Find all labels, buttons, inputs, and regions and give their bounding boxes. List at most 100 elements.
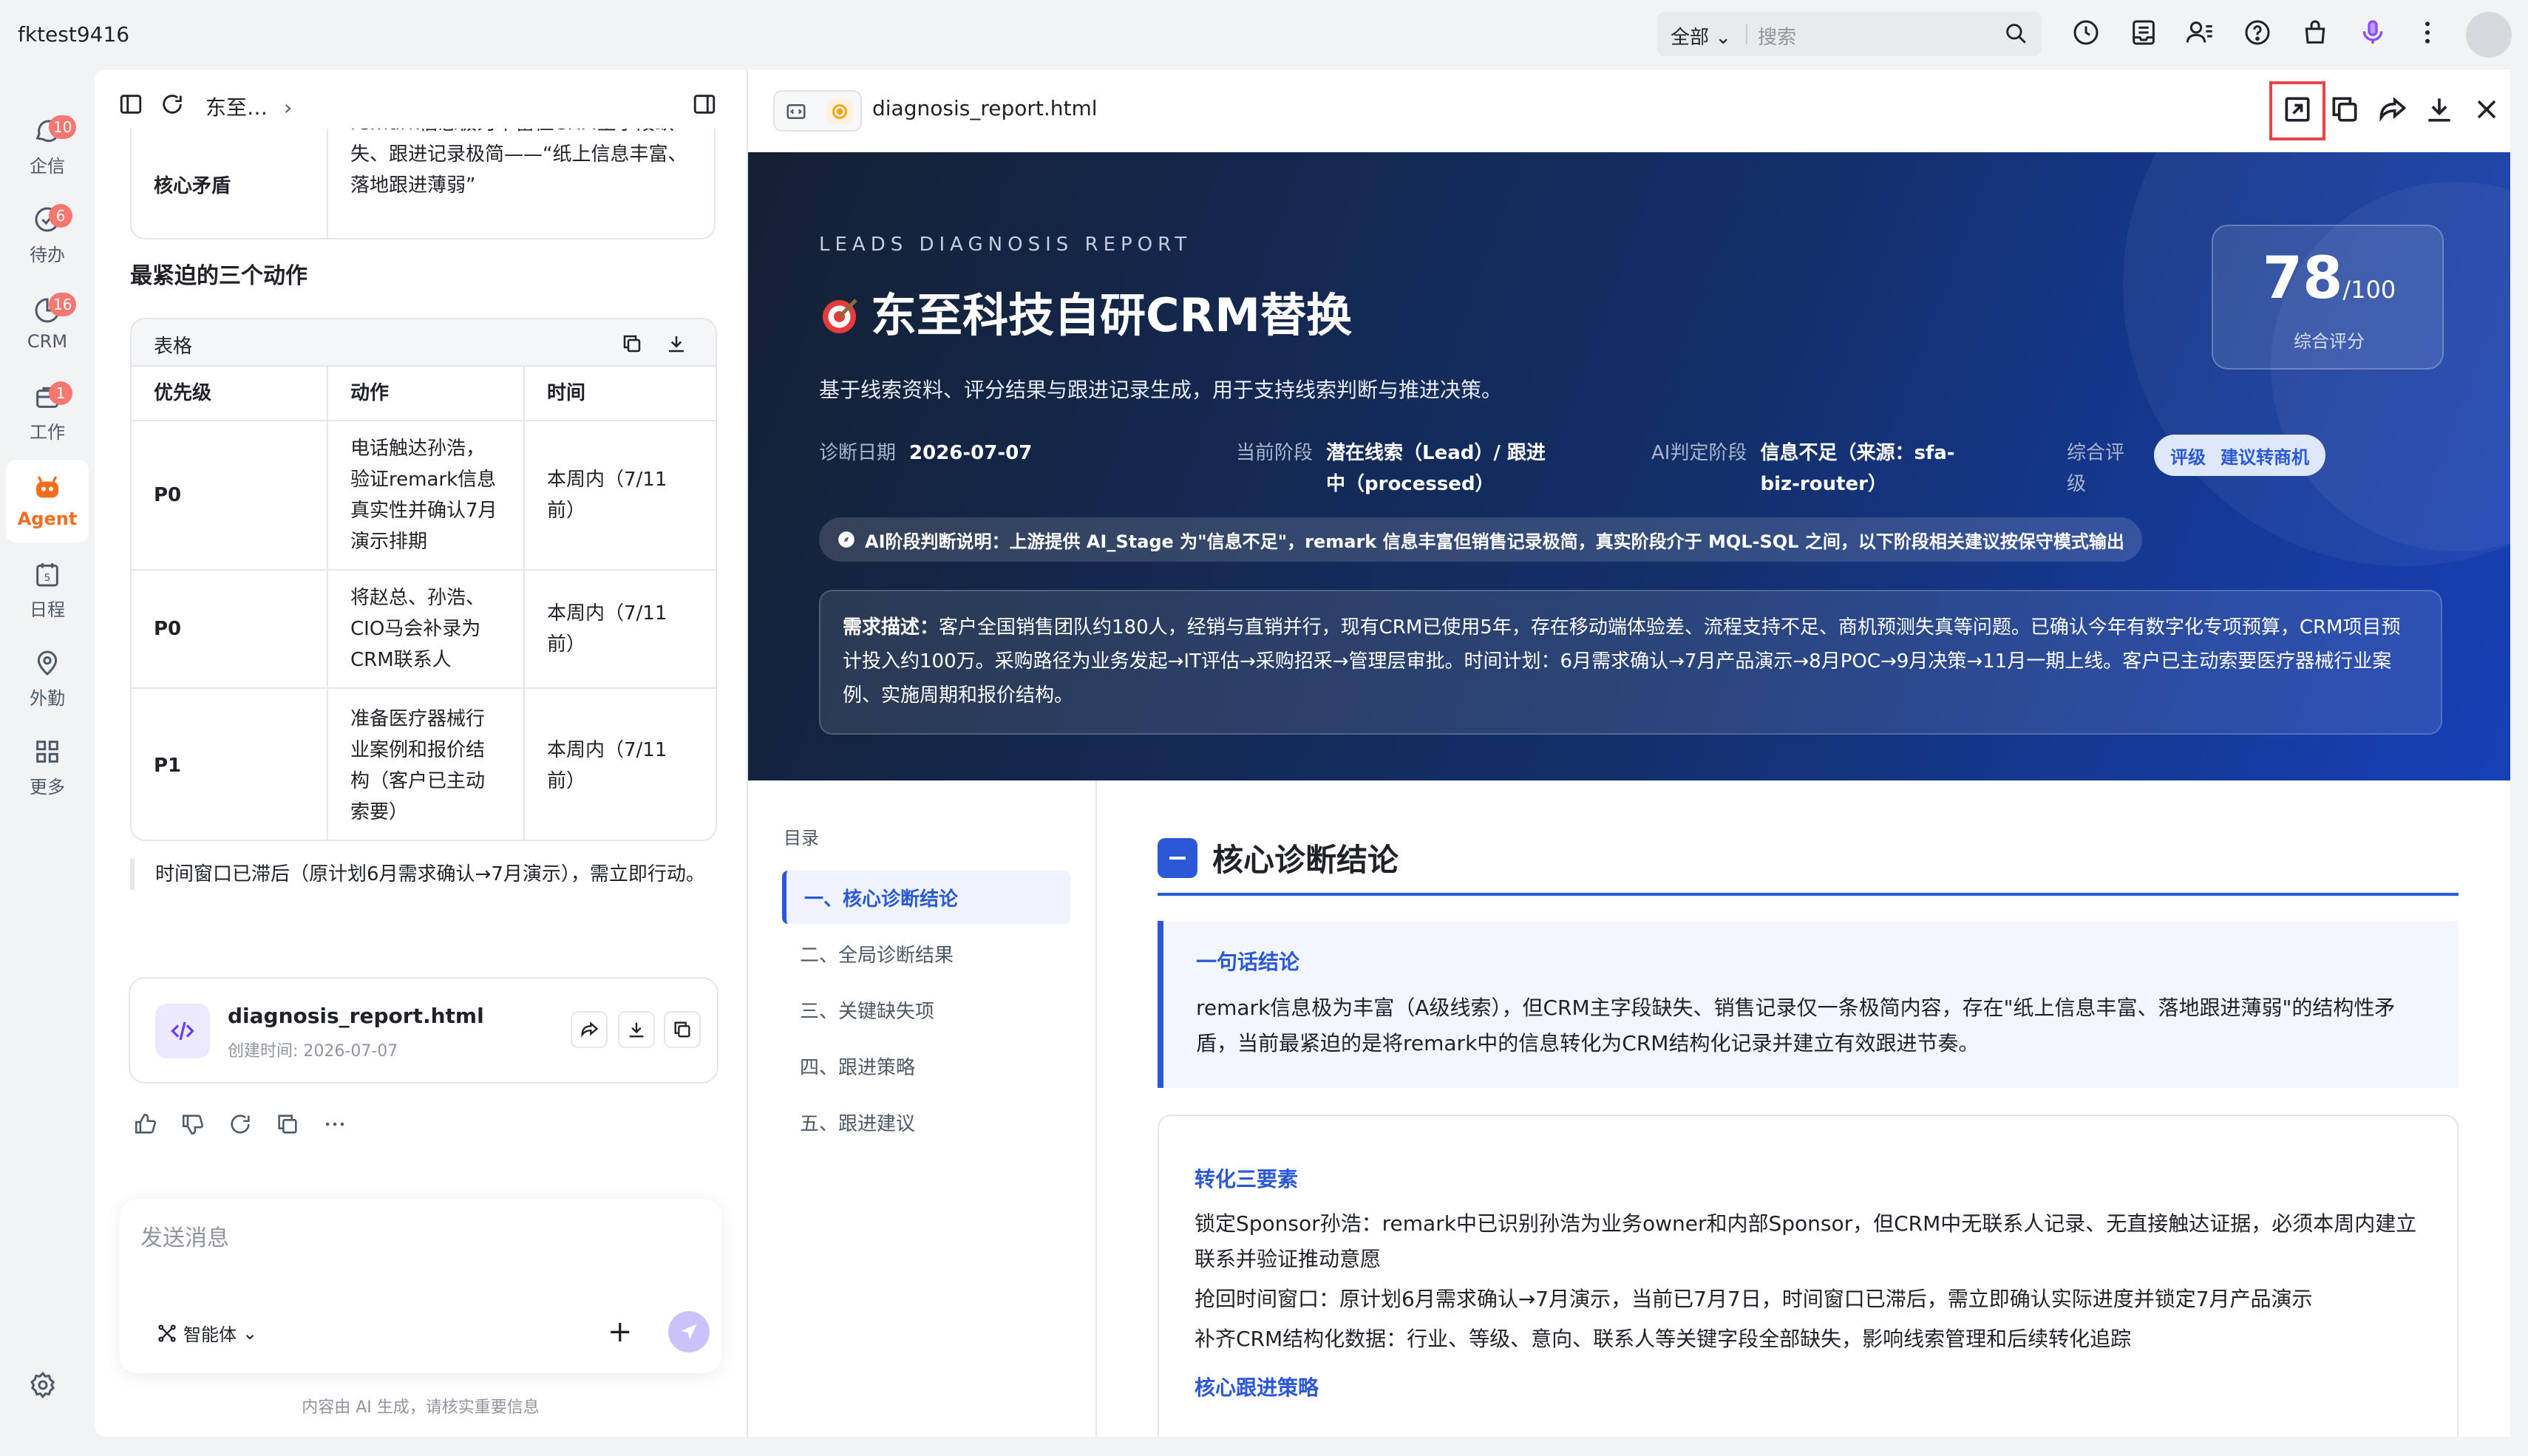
settings-gear-icon[interactable] [28,1370,58,1403]
search-icon[interactable] [2003,21,2028,49]
help-icon[interactable] [2243,18,2272,50]
close-icon[interactable] [2470,93,2503,129]
inbox-icon[interactable] [2129,18,2158,50]
score-card: 78/100 综合评分 [2212,225,2444,370]
download-button[interactable] [618,1011,655,1048]
toc-item-global-results[interactable]: 二、全局诊断结果 [782,927,1070,980]
sidebar-item-work[interactable]: 1 工作 [6,371,89,454]
one-line-conclusion: 一句话结论 remark信息极为丰富（A级线索），但CRM主字段缺失、销售记录仅… [1158,921,2459,1088]
grid-icon [36,740,58,763]
conclusion-title: 一句话结论 [1196,950,1300,974]
core-conflict-text: remark信息极为丰富但CRM主字段缺失、跟进记录极简——“纸上信息丰富、落地… [350,129,687,197]
action-cell: 电话触达孙浩，验证remark信息真实性并确认7月演示排期 [328,421,525,569]
store-icon[interactable] [2300,18,2330,50]
thumbs-up-icon[interactable] [133,1112,158,1140]
preview-view-icon[interactable] [826,99,853,124]
sidebar-item-messages[interactable]: 10 企信 [6,105,89,188]
target-icon [823,299,857,333]
add-attachment-button[interactable]: + [608,1317,633,1347]
unread-badge: 6 [49,204,72,228]
ai-stage-notice: AI阶段判断说明：上游提供 AI_Stage 为"信息不足"，remark 信息… [819,517,2142,562]
sidebar-item-todo[interactable]: 6 待办 [6,194,89,276]
column-header: 优先级 [132,367,328,420]
download-icon [629,1022,644,1038]
open-external-icon[interactable] [2269,81,2325,140]
message-composer[interactable]: 发送消息 智能体 ⌄ + [120,1199,721,1373]
file-attachment-card[interactable]: diagnosis_report.html 创建时间: 2026-07-07 [129,977,718,1084]
sidebar-item-agent[interactable]: Agent [6,460,89,542]
file-name[interactable]: diagnosis_report.html [228,1004,484,1028]
global-search[interactable]: 全部 ⌄ 搜索 [1657,12,2042,56]
toc-item-key-missing[interactable]: 三、关键缺失项 [782,983,1070,1036]
copy-button[interactable] [664,1011,701,1048]
new-chat-icon[interactable] [160,92,185,120]
priority-cell: P0 [132,571,328,687]
download-icon[interactable] [665,333,687,358]
copy-icon[interactable] [275,1112,300,1140]
message-input[interactable]: 发送消息 [140,1219,229,1252]
share-icon [581,1021,599,1038]
preview-file-name: diagnosis_report.html [872,96,1098,120]
sidebar-item-more[interactable]: 更多 [6,726,89,809]
report-title: 东至科技自研CRM替换 [819,278,1352,344]
ai-disclaimer: 内容由 AI 生成，请核实重要信息 [302,1398,540,1417]
agent-icon [36,476,58,498]
contacts-icon[interactable] [2185,18,2215,50]
view-mode-toggle[interactable] [773,90,862,132]
core-conflict-label: 核心矛盾 [132,129,328,238]
time-cell: 本周内（7/11前） [547,602,667,656]
factor-item: 抢回时间窗口：原计划6月需求确认→7月演示，当前已7月7日，时间窗口已滞后，需立… [1195,1287,2313,1311]
share-button[interactable] [571,1011,608,1048]
meta-diagnosis-date: 诊断日期 2026-07-07 [819,442,1033,464]
action-cell: 准备医疗器械行业案例和报价结构（客户已主动索要） [328,689,525,840]
actions-heading: 最紧迫的三个动作 [130,263,307,289]
sidebar-item-label: 外勤 [30,687,65,709]
unread-badge: 16 [49,293,77,316]
sidebar-item-calendar[interactable]: 5 日程 [6,548,89,631]
toc-item-core-conclusion[interactable]: 一、核心诊断结论 [782,871,1070,924]
file-created-date: 创建时间: 2026-07-07 [228,1042,398,1061]
sidebar-item-field[interactable]: 外勤 [6,637,89,720]
score-value: 78/100 [2262,245,2396,312]
thumbs-down-icon[interactable] [180,1112,205,1140]
download-icon[interactable] [2423,93,2456,129]
search-divider [1746,24,1747,44]
minus-icon [1158,837,1197,878]
time-cell: 本周内（7/11前） [547,469,667,522]
sidebar-item-label: 工作 [30,421,65,443]
table-row: P0 电话触达孙浩，验证remark信息真实性并确认7月演示排期 本周内（7/1… [132,421,716,571]
send-button[interactable] [668,1311,710,1353]
sidebar-item-crm[interactable]: 16 CRM [6,282,89,365]
search-input[interactable]: 搜索 [1758,22,1796,50]
more-horizontal-icon[interactable] [322,1112,347,1140]
report-content: 核心诊断结论 一句话结论 remark信息极为丰富（A级线索），但CRM主字段缺… [1097,780,2510,1437]
toc-item-suggestions[interactable]: 五、跟进建议 [782,1095,1070,1149]
copy-icon[interactable] [2328,93,2361,129]
user-name[interactable]: fktest9416 [18,22,129,47]
search-scope-select[interactable]: 全部 ⌄ [1671,22,1731,50]
share-icon[interactable] [2376,93,2408,129]
table-title: 表格 [154,336,193,358]
agent-selector[interactable]: 智能体 ⌄ [157,1320,257,1346]
meta-ai-stage: AI判定阶段 信息不足（来源：sfa-biz-router） [1651,442,1955,495]
factor-item: 锁定Sponsor孙浩：remark中已识别孙浩为业务owner和内部Spons… [1195,1211,2417,1271]
factor-item: 补齐CRM结构化数据：行业、等级、意向、联系人等关键字段全部缺失，影响线索管理和… [1195,1327,2132,1351]
avatar[interactable] [2466,12,2512,58]
clock-icon[interactable] [2071,18,2101,50]
breadcrumb[interactable]: 东至… › [205,92,292,121]
more-vertical-icon[interactable] [2413,18,2442,50]
report-subtitle: 基于线索资料、评分结果与跟进记录生成，用于支持线索判断与推进决策。 [819,378,1503,402]
conclusion-text: remark信息极为丰富（A级线索），但CRM主字段缺失、销售记录仅一条极简内容… [1196,996,2396,1055]
regenerate-icon[interactable] [228,1112,253,1140]
code-view-icon[interactable] [785,101,807,126]
panel-toggle-icon[interactable] [692,92,717,120]
sidebar-toggle-icon[interactable] [118,92,143,120]
conversion-factors-box: 转化三要素 锁定Sponsor孙浩：remark中已识别孙浩为业务owner和内… [1158,1115,2459,1437]
voice-icon[interactable] [2358,18,2388,50]
toc-item-strategy[interactable]: 四、跟进策略 [782,1039,1070,1092]
copy-icon[interactable] [621,333,643,358]
agent-selector-label: 智能体 [183,1324,237,1345]
column-header: 动作 [328,367,525,420]
requirements-box: 需求描述：客户全国销售团队约180人，经销与直销并行，现有CRM已使用5年，存在… [819,590,2442,735]
section-divider [1158,893,2459,896]
